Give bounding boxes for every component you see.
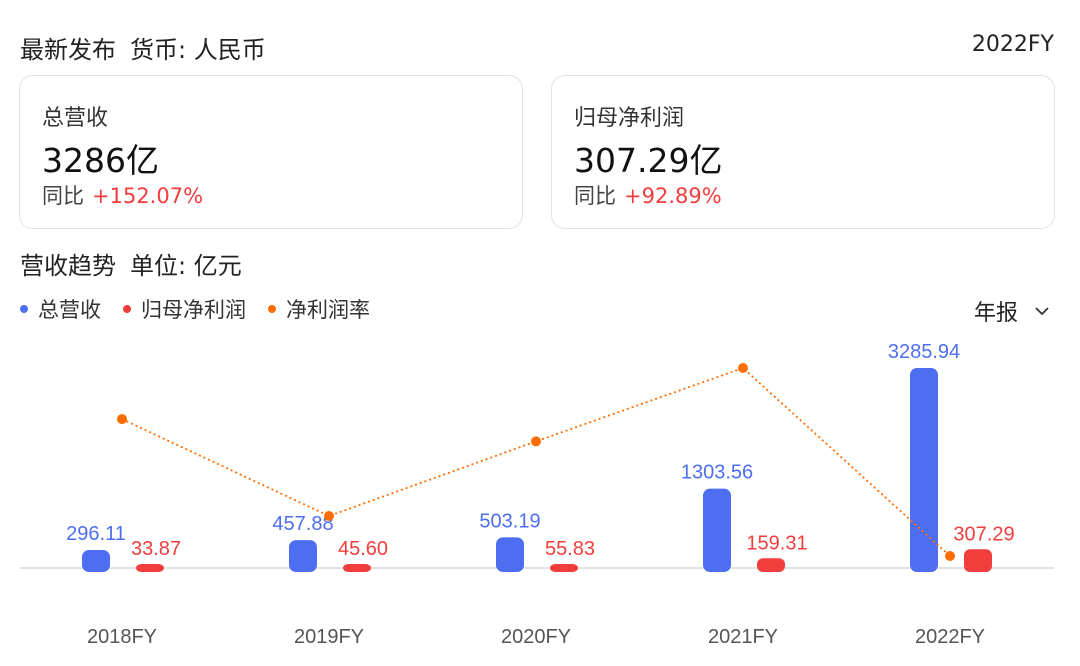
x-axis-tick-label: 2018FY — [87, 626, 157, 648]
revenue-trend-chart: 296.1133.872018FY457.8845.602019FY503.19… — [20, 341, 1054, 648]
revenue-card[interactable]: 总营收 3286亿 同比 +152.07% — [19, 75, 523, 229]
net-margin-point — [531, 436, 541, 447]
revenue-bar — [496, 537, 524, 572]
revenue-data-label: 1303.56 — [681, 462, 753, 484]
header-title: 最新发布 — [20, 36, 116, 64]
x-axis-tick-label: 2021FY — [708, 626, 778, 648]
unit-label: 单位: 亿元 — [130, 252, 242, 280]
trend-title-row: 营收趋势 单位: 亿元 — [20, 246, 256, 281]
revenue-bar — [289, 540, 317, 572]
net-profit-data-label: 33.87 — [131, 538, 181, 560]
x-axis-tick-label: 2022FY — [915, 626, 985, 648]
legend-item-margin[interactable]: 净利润率 — [268, 294, 370, 324]
net-margin-point — [945, 551, 955, 561]
header: 最新发布 货币: 人民币 2022FY — [20, 30, 1054, 66]
legend-label: 总营收 — [38, 298, 101, 322]
revenue-yoy: 同比 +152.07% — [42, 180, 203, 210]
net-profit-yoy: 同比 +92.89% — [574, 180, 722, 210]
legend-label: 归母净利润 — [141, 298, 246, 322]
x-axis-tick-label: 2019FY — [294, 626, 364, 648]
yoy-label: 同比 — [42, 184, 84, 208]
net-profit-bar — [964, 549, 992, 572]
chevron-down-icon — [1035, 307, 1049, 316]
revenue-yoy-value: +152.07% — [92, 184, 204, 208]
legend-dot-icon — [20, 305, 28, 313]
net-profit-data-label: 159.31 — [746, 532, 807, 554]
net-profit-data-label: 307.29 — [953, 523, 1014, 545]
chart-legend: 总营收 归母净利润 净利润率 — [20, 294, 392, 324]
period-dropdown-label: 年报 — [973, 301, 1018, 326]
revenue-value: 3286亿 — [42, 141, 159, 180]
net-profit-data-label: 45.60 — [338, 538, 388, 560]
report-period: 2022FY — [971, 32, 1054, 57]
revenue-label: 总营收 — [42, 106, 109, 131]
revenue-bar — [703, 488, 731, 572]
legend-label: 净利润率 — [286, 298, 370, 322]
net-margin-point — [738, 363, 748, 373]
yoy-label: 同比 — [574, 184, 616, 208]
net-profit-card[interactable]: 归母净利润 307.29亿 同比 +92.89% — [551, 75, 1055, 229]
header-left: 最新发布 货币: 人民币 — [20, 30, 280, 65]
net-profit-bar — [343, 564, 371, 572]
legend-dot-icon — [123, 305, 131, 313]
net-profit-value: 307.29亿 — [574, 141, 723, 180]
net-profit-bar — [757, 558, 785, 572]
trend-title: 营收趋势 — [20, 252, 116, 280]
net-profit-yoy-value: +92.89% — [624, 184, 722, 208]
legend-dot-icon — [268, 305, 276, 313]
legend-item-net-profit[interactable]: 归母净利润 — [123, 294, 246, 324]
currency-label: 货币: 人民币 — [130, 36, 266, 64]
net-margin-point — [324, 511, 334, 522]
net-margin-point — [117, 414, 127, 425]
legend-item-revenue[interactable]: 总营收 — [20, 294, 101, 324]
x-axis-tick-label: 2020FY — [501, 626, 571, 648]
net-profit-label: 归母净利润 — [574, 106, 685, 131]
revenue-data-label: 3285.94 — [888, 341, 960, 363]
revenue-bar — [82, 549, 110, 572]
net-profit-bar — [136, 564, 164, 572]
revenue-data-label: 296.11 — [66, 523, 126, 545]
period-dropdown[interactable]: 年报 — [974, 295, 1052, 327]
net-profit-bar — [550, 564, 578, 572]
revenue-data-label: 503.19 — [479, 510, 540, 532]
net-profit-data-label: 55.83 — [545, 538, 595, 560]
